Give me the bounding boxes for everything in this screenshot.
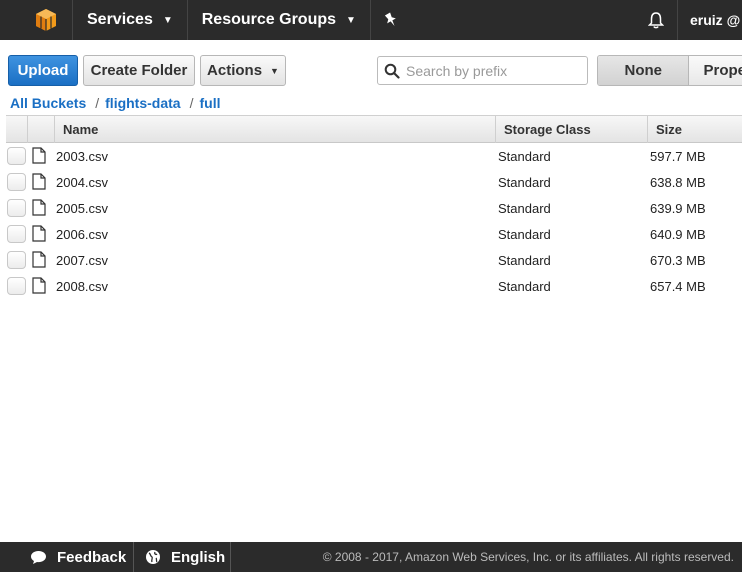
top-nav: Services ▼ Resource Groups ▼ eruiz @	[0, 0, 742, 40]
breadcrumb-folder[interactable]: full	[199, 95, 220, 111]
file-name[interactable]: 2006.csv	[56, 227, 108, 242]
file-list: 2003.csv Standard 597.7 MB 2004.csv Stan…	[0, 143, 742, 299]
file-icon	[32, 251, 46, 268]
feedback-label: Feedback	[57, 548, 127, 566]
search-input[interactable]	[406, 62, 576, 79]
globe-icon	[145, 549, 161, 565]
storage-class: Standard	[498, 174, 551, 190]
resource-groups-menu[interactable]: Resource Groups ▼	[188, 0, 370, 40]
file-icon	[32, 147, 46, 164]
file-name[interactable]: 2003.csv	[56, 149, 108, 164]
file-name[interactable]: 2008.csv	[56, 279, 108, 294]
search-box	[377, 56, 588, 85]
row-checkbox[interactable]	[7, 277, 26, 295]
row-checkbox[interactable]	[7, 199, 26, 217]
actions-dropdown[interactable]: Actions ▼	[200, 55, 286, 86]
storage-class: Standard	[498, 200, 551, 216]
row-checkbox[interactable]	[7, 251, 26, 269]
pin-icon[interactable]	[371, 0, 411, 40]
footer: Feedback English © 2008 - 2017, Amazon W…	[0, 542, 742, 572]
file-name[interactable]: 2004.csv	[56, 175, 108, 190]
upload-button[interactable]: Upload	[8, 55, 78, 86]
icon-column-header	[28, 115, 55, 143]
column-header-size[interactable]: Size	[648, 116, 742, 143]
view-none-button[interactable]: None	[598, 56, 689, 85]
table-row[interactable]: 2007.csv Standard 670.3 MB	[0, 247, 742, 273]
create-folder-button[interactable]: Create Folder	[83, 55, 195, 86]
file-size: 670.3 MB	[650, 252, 706, 268]
services-menu[interactable]: Services ▼	[73, 0, 187, 40]
file-size: 638.8 MB	[650, 174, 706, 190]
breadcrumb-bucket[interactable]: flights-data	[105, 95, 180, 111]
file-icon	[32, 173, 46, 190]
chevron-down-icon: ▼	[162, 14, 173, 26]
aws-logo-icon[interactable]	[26, 0, 66, 40]
file-name[interactable]: 2005.csv	[56, 201, 108, 216]
speech-bubble-icon	[30, 550, 47, 565]
storage-class: Standard	[498, 252, 551, 268]
file-size: 639.9 MB	[650, 200, 706, 216]
file-icon	[32, 277, 46, 294]
file-icon	[32, 199, 46, 216]
row-checkbox[interactable]	[7, 147, 26, 165]
table-row[interactable]: 2006.csv Standard 640.9 MB	[0, 221, 742, 247]
table-row[interactable]: 2005.csv Standard 639.9 MB	[0, 195, 742, 221]
actions-label: Actions	[207, 62, 263, 79]
file-size: 657.4 MB	[650, 278, 706, 294]
storage-class: Standard	[498, 226, 551, 242]
view-mode-toggle: None Prope	[597, 55, 742, 86]
user-label: eruiz @	[690, 12, 741, 28]
storage-class: Standard	[498, 278, 551, 294]
feedback-button[interactable]: Feedback	[30, 542, 126, 572]
copyright-text: © 2008 - 2017, Amazon Web Services, Inc.…	[322, 550, 734, 564]
chevron-down-icon: ▼	[270, 65, 279, 76]
language-selector[interactable]: English	[145, 542, 225, 572]
table-row[interactable]: 2004.csv Standard 638.8 MB	[0, 169, 742, 195]
view-properties-button[interactable]: Prope	[688, 56, 742, 85]
footer-divider	[133, 542, 134, 572]
column-header-storage-class[interactable]: Storage Class	[496, 115, 648, 143]
breadcrumb-all-buckets[interactable]: All Buckets	[10, 95, 86, 111]
nav-divider	[677, 0, 678, 40]
table-row[interactable]: 2008.csv Standard 657.4 MB	[0, 273, 742, 299]
file-size: 640.9 MB	[650, 226, 706, 242]
search-icon	[384, 63, 400, 79]
toolbar: Upload Create Folder Actions ▼ None Prop…	[0, 55, 742, 87]
notifications-bell-icon[interactable]	[640, 0, 672, 40]
resource-groups-label: Resource Groups	[201, 11, 337, 28]
file-icon	[32, 225, 46, 242]
table-row[interactable]: 2003.csv Standard 597.7 MB	[0, 143, 742, 169]
breadcrumb: All Buckets / flights-data / full	[10, 94, 220, 112]
select-column-header	[6, 115, 28, 143]
breadcrumb-separator: /	[189, 95, 194, 111]
language-label: English	[171, 548, 226, 566]
services-label: Services	[87, 11, 153, 28]
row-checkbox[interactable]	[7, 225, 26, 243]
row-checkbox[interactable]	[7, 173, 26, 191]
file-name[interactable]: 2007.csv	[56, 253, 108, 268]
storage-class: Standard	[498, 148, 551, 164]
table-header: Name Storage Class Size	[6, 115, 742, 143]
breadcrumb-separator: /	[95, 95, 100, 111]
file-size: 597.7 MB	[650, 148, 706, 164]
footer-divider	[230, 542, 231, 572]
user-menu[interactable]: eruiz @	[690, 0, 740, 40]
chevron-down-icon: ▼	[346, 14, 356, 26]
column-header-name[interactable]: Name	[55, 115, 496, 143]
